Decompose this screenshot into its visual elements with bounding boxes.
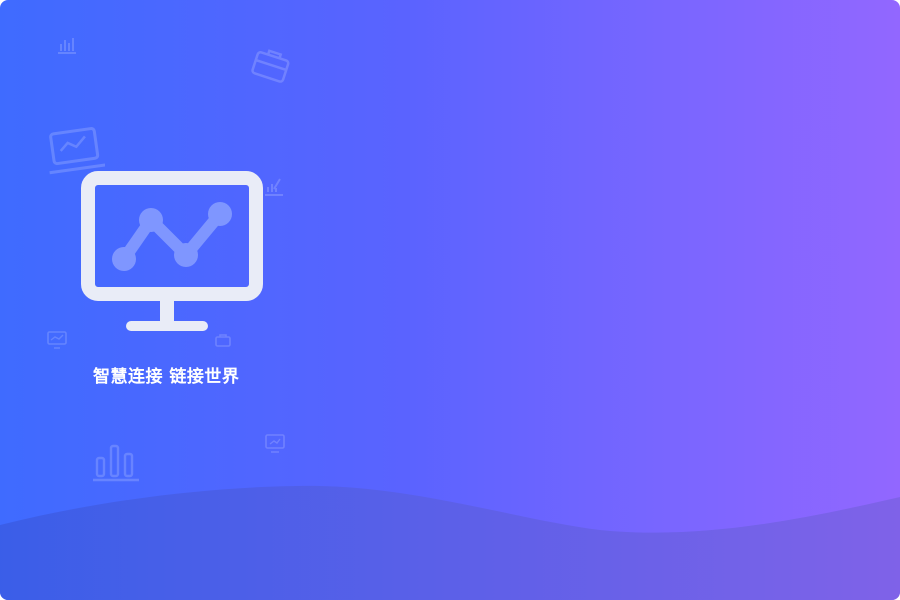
small-tv-icon (265, 434, 285, 453)
bar-graph-icon (93, 444, 139, 482)
pen-chart-icon (265, 178, 283, 196)
briefcase-icon (251, 49, 290, 83)
splash-panel: 智慧连接 链接世界 (0, 0, 900, 600)
slogan-text: 智慧连接 链接世界 (93, 367, 240, 387)
small-monitor-icon (47, 331, 67, 349)
monitor-chart-icon (81, 171, 263, 331)
bar-chart-icon (58, 38, 76, 54)
small-briefcase-icon (215, 334, 231, 347)
